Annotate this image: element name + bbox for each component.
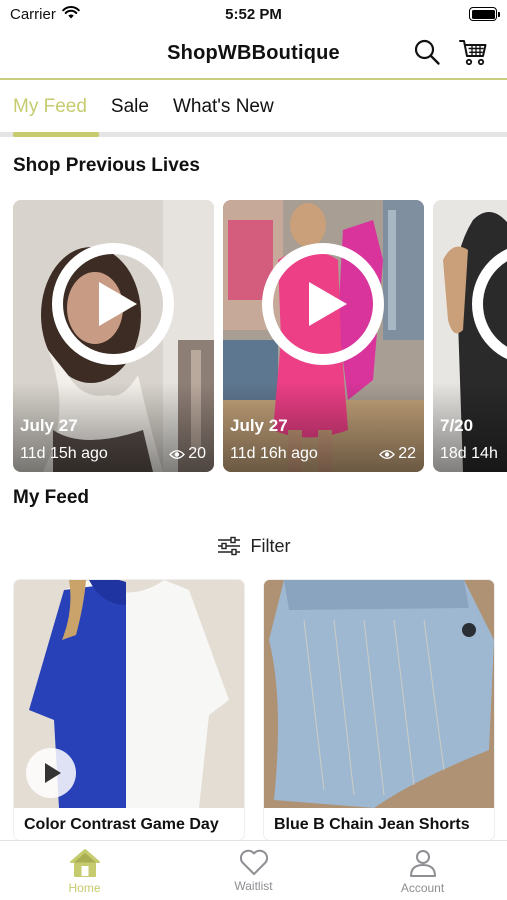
live-card[interactable]: July 27 11d 16h ago 22 (223, 200, 424, 472)
feed-section-title: My Feed (13, 487, 90, 508)
lives-section-title: Shop Previous Lives (13, 155, 200, 176)
product-name: Blue B Chain Jean Shorts (274, 816, 470, 833)
live-views-count: 22 (398, 445, 416, 462)
top-tabs: My Feed Sale What's New (0, 82, 507, 137)
search-button[interactable] (411, 36, 443, 68)
live-time-ago: 11d 16h ago (230, 445, 318, 462)
product-image (264, 580, 494, 808)
nav-home-label: Home (68, 881, 101, 895)
carrier-label: Carrier (10, 5, 56, 23)
nav-waitlist-label: Waitlist (234, 879, 273, 893)
live-date: July 27 (20, 416, 78, 435)
product-card[interactable]: Color Contrast Game Day (14, 580, 244, 840)
heart-icon (239, 849, 268, 875)
live-time-ago: 11d 15h ago (20, 445, 108, 462)
play-icon[interactable] (26, 748, 76, 798)
eye-icon (169, 449, 186, 459)
nav-account[interactable]: Account (338, 841, 507, 900)
status-bar: Carrier 5:52 PM (0, 0, 507, 28)
battery-icon (469, 7, 500, 21)
product-name: Color Contrast Game Day (24, 816, 219, 833)
live-views-count: 20 (188, 445, 206, 462)
play-icon (52, 243, 174, 365)
live-card[interactable]: 7/20 18d 14h (433, 200, 507, 472)
nav-home[interactable]: Home (0, 841, 169, 900)
live-date: July 27 (230, 416, 288, 435)
cart-button[interactable] (457, 36, 489, 68)
filter-button[interactable]: Filter (0, 532, 507, 560)
tab-my-feed[interactable]: My Feed (0, 82, 99, 137)
header-actions (411, 36, 489, 68)
status-left: Carrier (10, 6, 80, 23)
live-time-ago: 18d 14h (440, 445, 498, 462)
app-header: ShopWBBoutique (0, 28, 507, 80)
eye-icon (379, 449, 396, 459)
play-icon (262, 243, 384, 365)
live-views: 20 (169, 445, 206, 463)
filter-label: Filter (250, 535, 291, 556)
nav-account-label: Account (400, 881, 445, 895)
person-icon (409, 850, 436, 877)
sliders-icon (217, 536, 240, 556)
lives-carousel[interactable]: July 27 11d 15h ago 20 July 27 11d 16h a… (13, 200, 507, 472)
product-card[interactable]: Blue B Chain Jean Shorts (264, 580, 494, 840)
home-icon (69, 849, 100, 877)
wifi-icon (62, 5, 80, 23)
live-card[interactable]: July 27 11d 15h ago 20 (13, 200, 214, 472)
tab-whats-new[interactable]: What's New (161, 82, 286, 132)
live-date: 7/20 (440, 416, 474, 435)
bottom-nav: Home Waitlist Account (0, 840, 507, 900)
live-views: 22 (379, 445, 416, 463)
app-title: ShopWBBoutique (167, 41, 340, 64)
search-icon (414, 39, 440, 65)
tab-sale[interactable]: Sale (99, 82, 161, 132)
nav-waitlist[interactable]: Waitlist (169, 841, 338, 900)
cart-icon (459, 40, 487, 66)
